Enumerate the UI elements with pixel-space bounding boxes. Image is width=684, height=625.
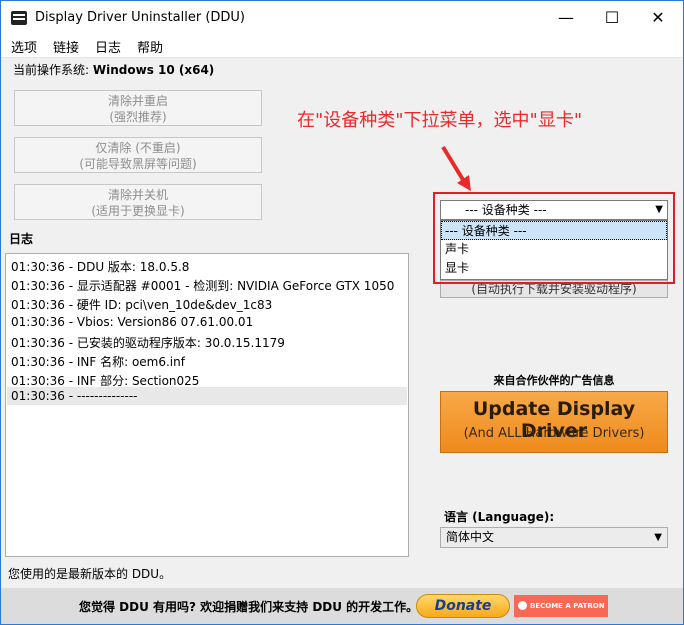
update-driver-ad-banner[interactable]: Update Display Driver (And ALL Hardware … bbox=[440, 391, 668, 453]
button-sublabel: (适用于更换显卡) bbox=[91, 204, 185, 218]
os-info: 当前操作系统: Windows 10 (x64) bbox=[13, 61, 214, 78]
close-button[interactable]: ✕ bbox=[635, 1, 681, 35]
clean-no-restart-button[interactable]: 仅清除 (不重启) (可能导致黑屏等问题) bbox=[14, 137, 262, 173]
chevron-down-icon: ▼ bbox=[654, 532, 662, 543]
log-line[interactable]: 01:30:36 - 已安装的驱动程序版本: 30.0.15.1179 bbox=[11, 334, 285, 351]
app-icon bbox=[11, 11, 27, 25]
button-label: 清除并重启 bbox=[107, 94, 168, 108]
menu-options[interactable]: 选项 bbox=[11, 37, 37, 56]
language-select[interactable]: 简体中文 ▼ bbox=[440, 527, 668, 548]
footer-bar: 您觉得 DDU 有用吗? 欢迎捐赠我们来支持 DDU 的开发工作。 Donate… bbox=[1, 588, 683, 624]
ad-label: 来自合作伙伴的广告信息 bbox=[493, 374, 615, 387]
menu-links[interactable]: 链接 bbox=[53, 37, 79, 56]
log-line[interactable]: 01:30:36 - DDU 版本: 18.0.5.8 bbox=[11, 258, 189, 275]
button-sublabel: (强烈推荐) bbox=[109, 110, 167, 124]
log-list[interactable]: 01:30:36 - DDU 版本: 18.0.5.8 01:30:36 - 显… bbox=[5, 253, 409, 557]
become-patron-button[interactable]: BECOME A PATRON bbox=[514, 595, 608, 617]
log-line[interactable]: 01:30:36 - INF 部分: Section025 bbox=[11, 372, 199, 389]
menu-help[interactable]: 帮助 bbox=[137, 37, 163, 56]
ad-subline: (And ALL Hardware Drivers) bbox=[463, 426, 645, 441]
annotation-text: 在"设备种类"下拉菜单，选中"显卡" bbox=[297, 110, 583, 131]
window-title: Display Driver Uninstaller (DDU) bbox=[35, 10, 246, 25]
ddu-window: Display Driver Uninstaller (DDU) — ☐ ✕ 选… bbox=[0, 0, 684, 625]
log-line[interactable]: 01:30:36 - -------------- bbox=[11, 389, 137, 403]
clean-and-shutdown-button[interactable]: 清除并关机 (适用于更换显卡) bbox=[14, 184, 262, 220]
menu-bar: 选项 链接 日志 帮助 bbox=[1, 35, 683, 58]
button-sublabel: (可能导致黑屏等问题) bbox=[79, 157, 197, 171]
donate-button[interactable]: Donate bbox=[416, 594, 510, 618]
title-bar[interactable]: Display Driver Uninstaller (DDU) — ☐ ✕ bbox=[1, 1, 683, 35]
menu-log[interactable]: 日志 bbox=[95, 37, 121, 56]
log-line[interactable]: 01:30:36 - 硬件 ID: pci\ven_10de&dev_1c83 bbox=[11, 296, 272, 313]
clean-and-restart-button[interactable]: 清除并重启 (强烈推荐) bbox=[14, 90, 262, 126]
minimize-button[interactable]: — bbox=[543, 1, 589, 35]
status-text: 您使用的是最新版本的 DDU。 bbox=[8, 567, 172, 581]
os-label: 当前操作系统: bbox=[13, 63, 90, 77]
patreon-icon bbox=[518, 601, 527, 610]
log-line[interactable]: 01:30:36 - INF 名称: oem6.inf bbox=[11, 353, 185, 370]
log-line[interactable]: 01:30:36 - Vbios: Version86 07.61.00.01 bbox=[11, 315, 253, 329]
donation-prompt: 您觉得 DDU 有用吗? 欢迎捐赠我们来支持 DDU 的开发工作。 bbox=[79, 600, 419, 614]
patron-label: BECOME A PATRON bbox=[530, 602, 605, 610]
main-content: 当前操作系统: Windows 10 (x64) 清除并重启 (强烈推荐) 仅清… bbox=[1, 58, 683, 624]
maximize-button[interactable]: ☐ bbox=[589, 1, 635, 35]
annotation-highlight-box bbox=[433, 192, 675, 284]
annotation-arrow-icon bbox=[441, 145, 471, 191]
log-line[interactable]: 01:30:36 - 显示适配器 #0001 - 检测到: NVIDIA GeF… bbox=[11, 277, 394, 294]
os-value: Windows 10 (x64) bbox=[92, 63, 215, 77]
button-label: 仅清除 (不重启) bbox=[95, 141, 181, 155]
language-label: 语言 (Language): bbox=[444, 510, 555, 524]
button-label: 清除并关机 bbox=[107, 188, 168, 202]
language-value: 简体中文 bbox=[446, 530, 495, 544]
log-label: 日志 bbox=[9, 232, 34, 246]
